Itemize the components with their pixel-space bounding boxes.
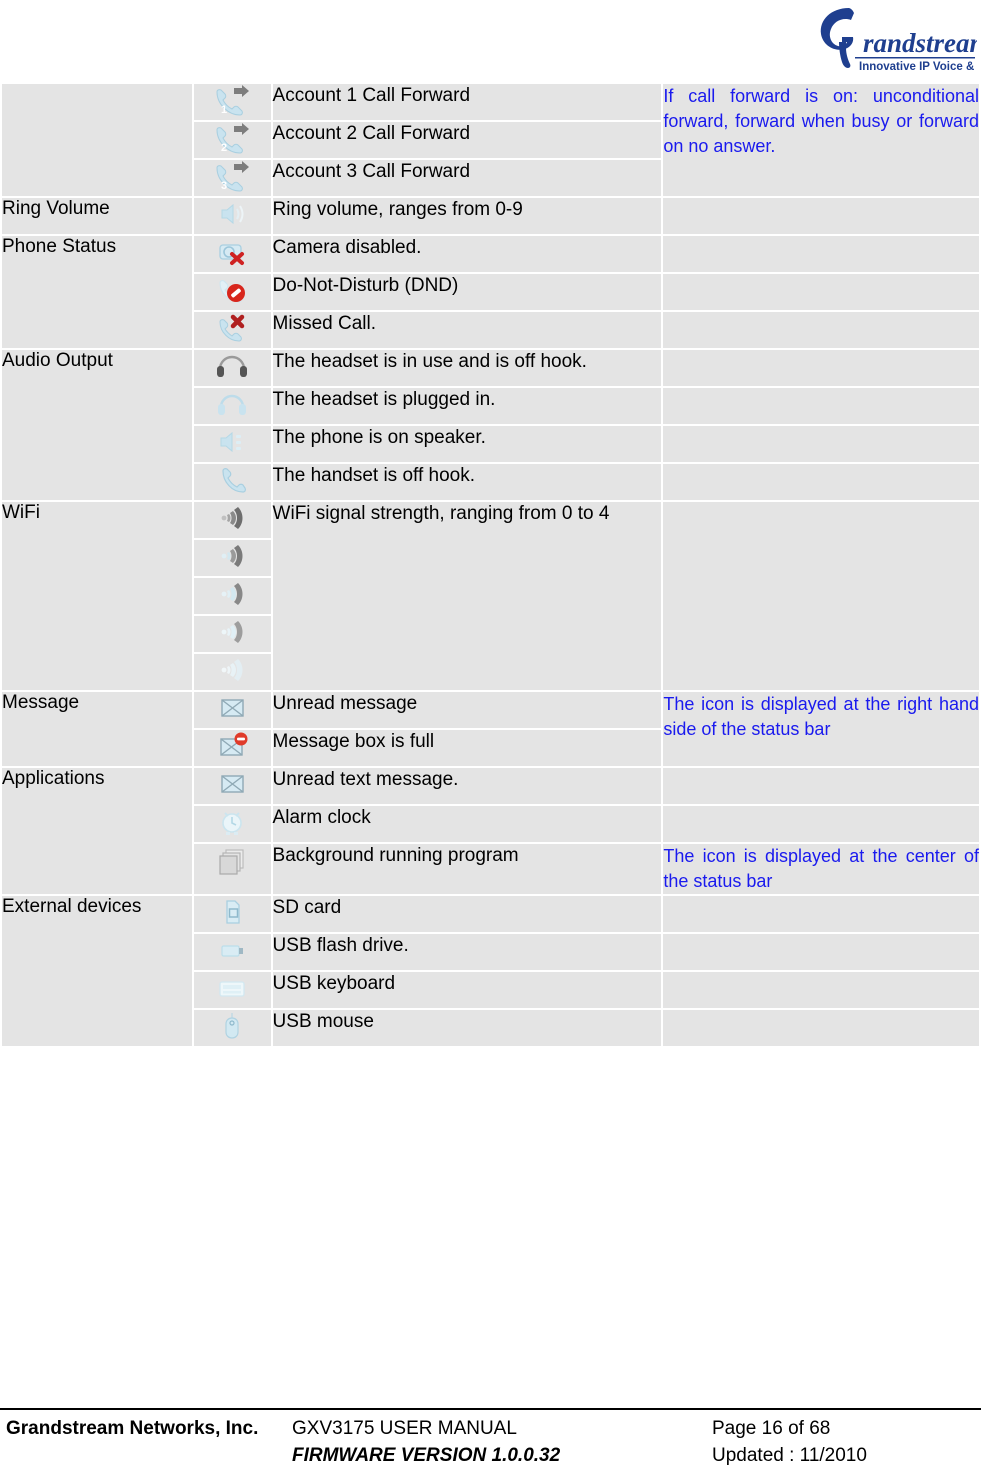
icon-note: If call forward is on: unconditional for… xyxy=(663,84,979,196)
call-forward-1-icon: 1 xyxy=(194,84,271,120)
icon-note xyxy=(663,934,979,970)
grandstream-logo: randstream Innovative IP Voice & Video xyxy=(809,2,977,78)
headset-in-use-icon xyxy=(194,350,271,386)
icon-description: Missed Call. xyxy=(272,312,662,348)
icon-note: The icon is displayed at the center of t… xyxy=(663,844,979,894)
icon-description: Do-Not-Disturb (DND) xyxy=(272,274,662,310)
icon-note xyxy=(663,350,979,386)
icon-note xyxy=(663,806,979,842)
sd-card-icon xyxy=(194,896,271,932)
row-category-label: Phone Status xyxy=(2,236,193,348)
icon-description: The phone is on speaker. xyxy=(272,426,662,462)
icon-note xyxy=(663,464,979,500)
speaker-icon xyxy=(194,426,271,462)
footer-page: Page 16 of 68 xyxy=(712,1418,831,1439)
table-row: Phone Status Camera disabled. xyxy=(2,236,979,348)
icon-note xyxy=(663,896,979,932)
usb-keyboard-icon xyxy=(194,972,271,1008)
icon-description: Account 2 Call Forward xyxy=(272,122,662,158)
icon-note xyxy=(663,426,979,462)
row-category-label xyxy=(2,84,193,196)
icon-description: The handset is off hook. xyxy=(272,464,662,500)
message-box-full-icon xyxy=(194,730,271,766)
icon-description: Alarm clock xyxy=(272,806,662,842)
icon-description: Ring volume, ranges from 0-9 xyxy=(272,198,662,234)
footer-firmware: FIRMWARE VERSION 1.0.0.32 xyxy=(292,1445,561,1466)
usb-mouse-icon xyxy=(194,1010,271,1046)
table-row: Audio Output The headset is in use and i… xyxy=(2,350,979,500)
icon-description: Account 1 Call Forward xyxy=(272,84,662,120)
icon-description: Background running program xyxy=(272,844,662,894)
do-not-disturb-icon xyxy=(194,274,271,310)
wifi-signal-0-icon xyxy=(194,654,271,690)
icon-description: Unread text message. xyxy=(272,768,662,804)
table-row: WiFi WiFi signal strength, ranging from … xyxy=(2,502,979,690)
icon-note xyxy=(663,502,979,690)
background-program-icon xyxy=(194,844,271,894)
status-icon-table: 1 Account 1 Call Forward If call forward… xyxy=(0,82,981,1048)
call-forward-3-icon: 3 xyxy=(194,160,271,196)
usb-flash-drive-icon xyxy=(194,934,271,970)
table-row: Ring Volume Ring volume, ranges from 0-9 xyxy=(2,198,979,234)
footer-updated: Updated : 11/2010 xyxy=(712,1445,867,1466)
row-category-label: Message xyxy=(2,692,193,766)
icon-description: USB flash drive. xyxy=(272,934,662,970)
icon-note xyxy=(663,236,979,272)
alarm-clock-icon xyxy=(194,806,271,842)
icon-note xyxy=(663,768,979,804)
handset-off-hook-icon xyxy=(194,464,271,500)
icon-description: Account 3 Call Forward xyxy=(272,160,662,196)
table-row: External devices SD card xyxy=(2,896,979,1046)
icon-note: The icon is displayed at the right hand … xyxy=(663,692,979,766)
missed-call-icon xyxy=(194,312,271,348)
icon-description: SD card xyxy=(272,896,662,932)
unread-message-icon xyxy=(194,692,271,728)
icon-note xyxy=(663,312,979,348)
icon-description: USB mouse xyxy=(272,1010,662,1046)
logo-tagline: Innovative IP Voice & Video xyxy=(859,61,977,73)
table-row: Message Unread message The icon is displ… xyxy=(2,692,979,766)
footer-manual: GXV3175 USER MANUAL xyxy=(292,1418,517,1439)
icon-description: WiFi signal strength, ranging from 0 to … xyxy=(272,502,662,690)
icon-note xyxy=(663,274,979,310)
unread-text-message-icon xyxy=(194,768,271,804)
row-category-label: External devices xyxy=(2,896,193,1046)
icon-description: Camera disabled. xyxy=(272,236,662,272)
wifi-signal-1-icon xyxy=(194,616,271,652)
headset-plugged-icon xyxy=(194,388,271,424)
icon-description: The headset is plugged in. xyxy=(272,388,662,424)
call-forward-2-icon: 2 xyxy=(194,122,271,158)
wifi-signal-4-icon xyxy=(194,502,271,538)
icon-description: Unread message xyxy=(272,692,662,728)
svg-text:2: 2 xyxy=(221,142,227,154)
wifi-signal-3-icon xyxy=(194,540,271,576)
row-category-label: Ring Volume xyxy=(2,198,193,234)
row-category-label: WiFi xyxy=(2,502,193,690)
icon-note xyxy=(663,198,979,234)
row-category-label: Applications xyxy=(2,768,193,894)
icon-note xyxy=(663,388,979,424)
wifi-signal-2-icon xyxy=(194,578,271,614)
icon-description: The headset is in use and is off hook. xyxy=(272,350,662,386)
icon-note xyxy=(663,972,979,1008)
logo-wordmark: randstream xyxy=(863,28,977,58)
ring-volume-icon xyxy=(194,198,271,234)
row-category-label: Audio Output xyxy=(2,350,193,500)
footer-company: Grandstream Networks, Inc. xyxy=(6,1418,259,1439)
icon-note xyxy=(663,1010,979,1046)
icon-description: USB keyboard xyxy=(272,972,662,1008)
icon-description: Message box is full xyxy=(272,730,662,766)
footer-divider xyxy=(0,1408,981,1410)
table-row: Applications Unread text message. xyxy=(2,768,979,894)
svg-text:1: 1 xyxy=(221,104,227,116)
svg-text:3: 3 xyxy=(221,180,227,192)
camera-disabled-icon xyxy=(194,236,271,272)
table-row: 1 Account 1 Call Forward If call forward… xyxy=(2,84,979,196)
